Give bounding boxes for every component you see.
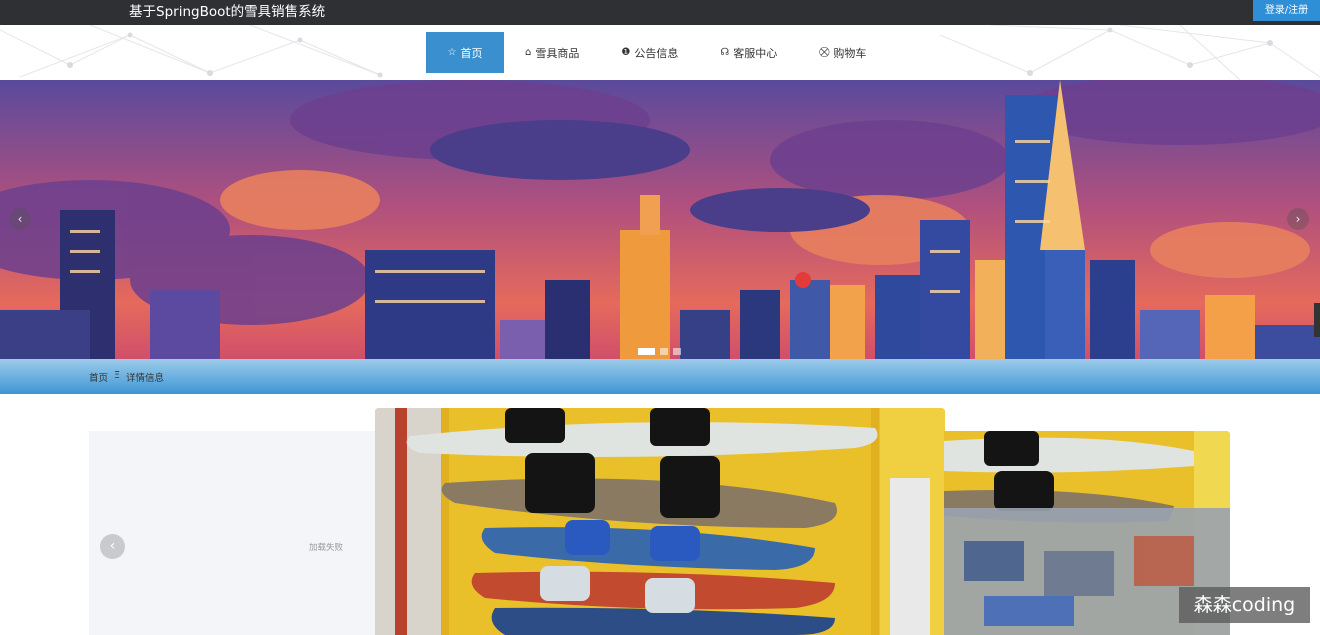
- product-main-image[interactable]: [375, 408, 945, 635]
- top-bar: 基于SpringBoot的雪具销售系统 登录/注册: [0, 0, 1320, 25]
- banner-indicators: [638, 348, 681, 355]
- site-title: 基于SpringBoot的雪具销售系统: [129, 4, 326, 20]
- gallery-prev-button[interactable]: ‹: [100, 534, 125, 559]
- headset-icon: ☊: [720, 46, 730, 58]
- banner-carousel[interactable]: ‹ ›: [0, 80, 1320, 359]
- chevron-left-icon: ‹: [109, 538, 116, 554]
- banner-prev-button[interactable]: ‹: [9, 208, 31, 230]
- nav-item-label: 购物车: [833, 46, 867, 60]
- image-load-failed-text: 加载失败: [309, 543, 344, 553]
- cart-icon: ⛒: [819, 46, 830, 58]
- info-icon: ❶: [621, 46, 631, 58]
- chevron-right-icon: ›: [1295, 212, 1301, 226]
- main-nav: ☆ 首页 ⌂ 雪具商品 ❶ 公告信息 ☊ 客服中心 ⛒ 购物车: [0, 25, 1320, 80]
- nav-item-label: 公告信息: [634, 46, 679, 60]
- nav-item-label: 客服中心: [733, 46, 778, 60]
- nav-item-label: 雪具商品: [535, 46, 580, 60]
- banner-indicator-2[interactable]: [660, 348, 668, 355]
- banner-next-button[interactable]: ›: [1287, 208, 1309, 230]
- star-icon: ☆: [447, 46, 457, 58]
- breadcrumb: 首页 Ξ 详情信息: [89, 370, 164, 384]
- breadcrumb-home[interactable]: 首页: [89, 370, 108, 384]
- nav-item-cart[interactable]: ⛒ 购物车: [798, 32, 887, 73]
- banner-indicator-1[interactable]: [638, 348, 655, 355]
- breadcrumb-band: 首页 Ξ 详情信息: [0, 359, 1320, 394]
- nav-item-ski-products[interactable]: ⌂ 雪具商品: [504, 32, 600, 73]
- nav-item-announcements[interactable]: ❶ 公告信息: [600, 32, 699, 73]
- bag-icon: ⌂: [525, 46, 532, 58]
- breadcrumb-separator: Ξ: [114, 370, 121, 381]
- watermark: 森森coding: [1179, 587, 1310, 623]
- nav-item-customer-service[interactable]: ☊ 客服中心: [699, 32, 798, 73]
- city-skyline-banner-image: [0, 80, 1320, 359]
- nav-item-label: 首页: [460, 46, 483, 60]
- snowboard-rack-photo: [375, 408, 945, 635]
- side-tab[interactable]: [1314, 303, 1320, 337]
- nav-item-home[interactable]: ☆ 首页: [426, 32, 504, 73]
- breadcrumb-current: 详情信息: [126, 373, 165, 384]
- chevron-left-icon: ‹: [17, 212, 23, 226]
- product-gallery-slide-prev: ‹ 加载失败: [89, 431, 376, 635]
- banner-indicator-3[interactable]: [673, 348, 681, 355]
- login-register-button[interactable]: 登录/注册: [1253, 0, 1320, 21]
